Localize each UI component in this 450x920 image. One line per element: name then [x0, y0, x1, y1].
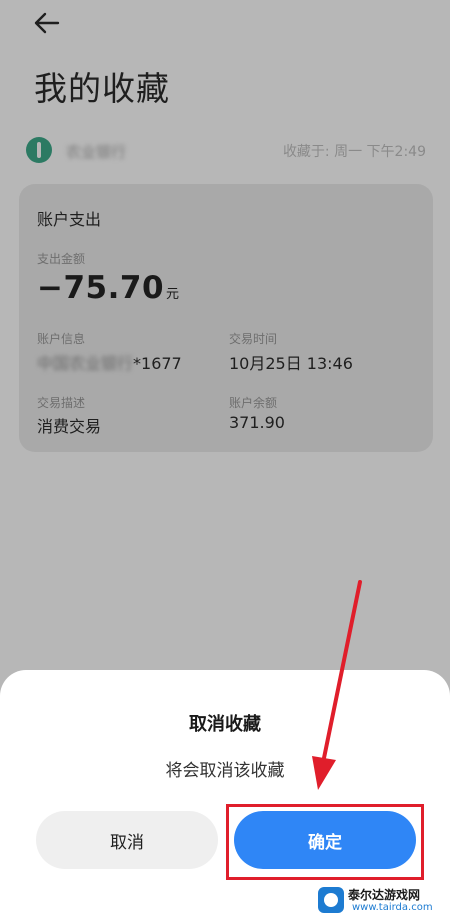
account-label: 账户信息 [37, 332, 86, 346]
desc-value: 消费交易 [37, 417, 102, 436]
time-value: 10月25日 13:46 [229, 354, 353, 373]
watermark: 泰尔达游戏网 www.tairda.com [318, 884, 448, 916]
account-value: 中国农业银行*1677 [37, 350, 182, 374]
collect-time: 收藏于: 周一 下午2:49 [282, 144, 426, 160]
bank-name: 农业银行 [66, 143, 127, 161]
account-masked: 中国农业银行 [37, 354, 134, 373]
cancel-button[interactable]: 取消 [36, 811, 218, 869]
balance-label: 账户余额 [229, 396, 278, 410]
back-arrow-icon[interactable] [28, 8, 64, 38]
confirm-dialog: 取消收藏 将会取消该收藏 取消 确定 [0, 670, 450, 920]
favorites-page: 我的收藏 农业银行 收藏于: 周一 下午2:49 账户支出 支出金额 −75.7… [0, 0, 450, 920]
amount-label: 支出金额 [37, 252, 86, 266]
dialog-message: 将会取消该收藏 [165, 761, 285, 781]
card-title: 账户支出 [37, 210, 102, 229]
page-title: 我的收藏 [34, 69, 170, 108]
amount-value: −75.70 元 [37, 270, 180, 306]
watermark-name: 泰尔达游戏网 [348, 888, 421, 902]
source-row: 农业银行 收藏于: 周一 下午2:49 [24, 134, 426, 168]
watermark-logo-icon [318, 887, 344, 913]
watermark-url: www.tairda.com [352, 902, 433, 913]
annotation-highlight-box [226, 804, 424, 880]
time-label: 交易时间 [229, 332, 278, 346]
transaction-card[interactable]: 账户支出 支出金额 −75.70 元 账户信息 中国农业银行*1677 交易时间 … [19, 184, 433, 452]
account-suffix: *1677 [133, 354, 182, 373]
bank-logo-icon [26, 137, 52, 163]
dialog-title: 取消收藏 [189, 714, 261, 735]
desc-label: 交易描述 [37, 396, 86, 410]
balance-value: 371.90 [229, 413, 285, 432]
amount-unit: 元 [166, 287, 180, 302]
